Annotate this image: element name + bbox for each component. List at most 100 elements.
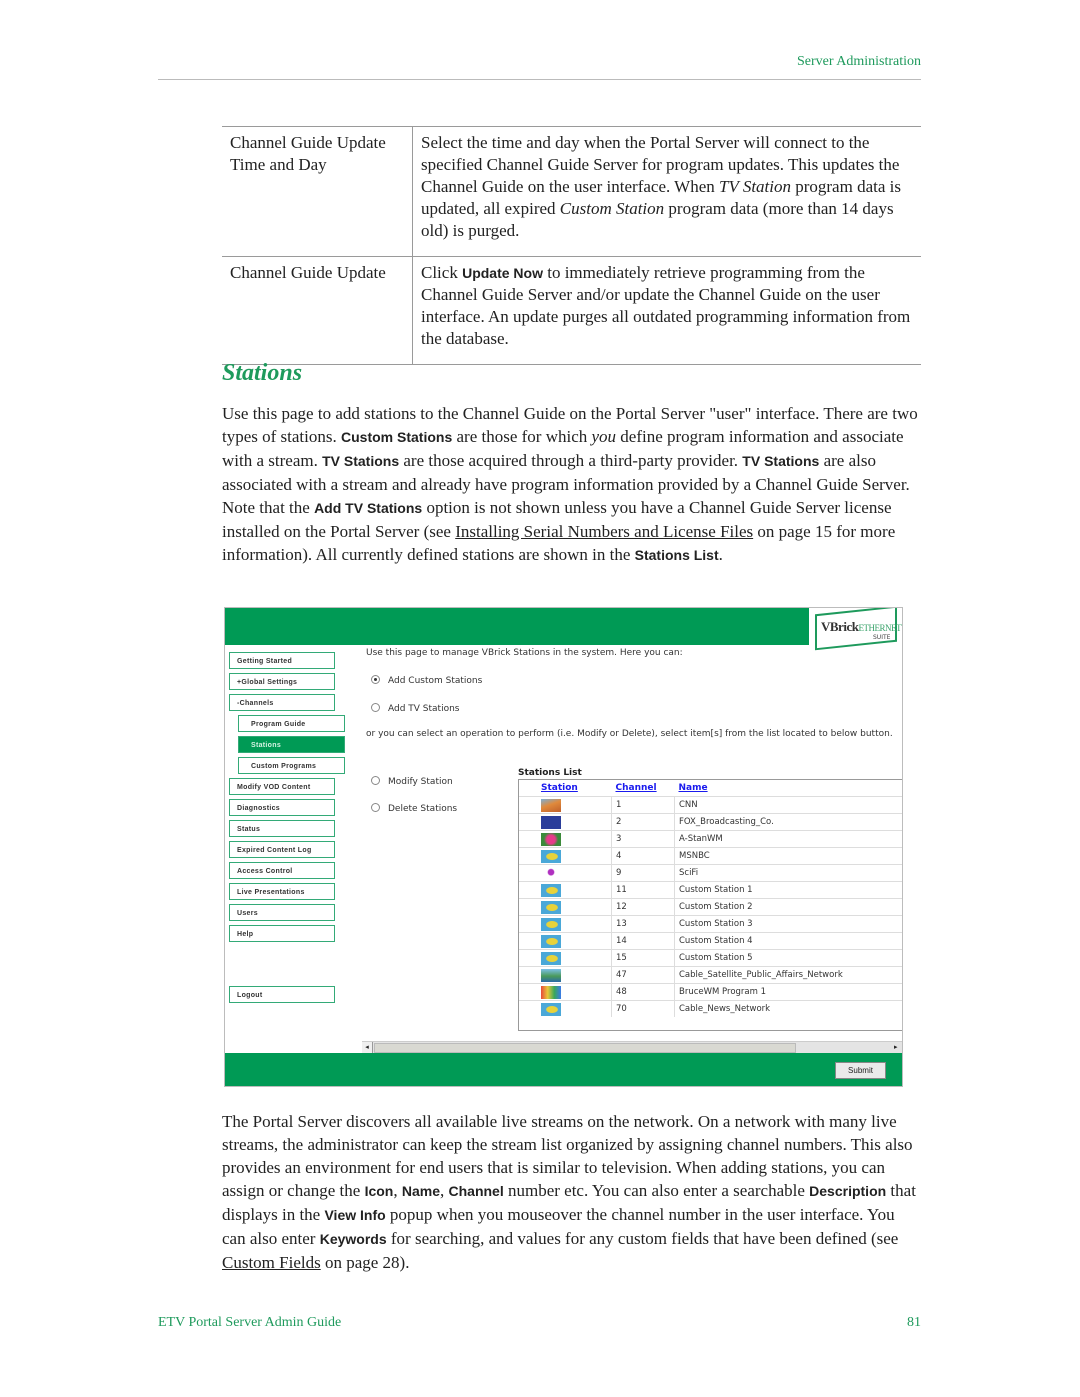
parameter-row: Channel Guide Update Time and Day Select …: [222, 126, 922, 257]
sidebar-item-modify-vod-content[interactable]: Modify VOD Content: [229, 778, 335, 795]
default-station-icon: [541, 900, 561, 914]
running-header: Server Administration: [796, 54, 921, 69]
radio-unselected-icon: [371, 703, 380, 712]
station-channel: 12: [611, 898, 675, 916]
page-number: 81: [907, 1315, 921, 1330]
sidebar-item-diagnostics[interactable]: Diagnostics: [229, 799, 335, 816]
station-channel: 4: [611, 847, 675, 865]
radio-unselected-icon: [371, 803, 380, 812]
ui-term: Update Now: [462, 265, 543, 281]
station-row[interactable]: 70 Cable_News_Network: [519, 1000, 902, 1017]
default-station-icon: [541, 951, 561, 965]
parameter-description: Select the time and day when the Portal …: [413, 127, 922, 257]
sidebar-item-access-control[interactable]: Access Control: [229, 862, 335, 879]
station-row[interactable]: 48 BruceWM Program 1: [519, 983, 902, 1001]
column-header-station[interactable]: Station: [519, 780, 612, 797]
text-run: on page 28).: [320, 1253, 410, 1272]
ui-term: Description: [809, 1183, 887, 1199]
default-station-icon: [541, 849, 561, 863]
scrollbar-thumb[interactable]: [374, 1043, 796, 1053]
station-row[interactable]: 11 Custom Station 1: [519, 881, 902, 899]
ui-term: Channel: [448, 1183, 504, 1199]
sidebar-item-help[interactable]: Help: [229, 925, 335, 942]
sidebar-item-status[interactable]: Status: [229, 820, 335, 837]
station-name: CNN: [674, 796, 902, 814]
station-name: Cable_News_Network: [674, 1000, 902, 1017]
station-name: SciFi: [674, 864, 902, 882]
text-run: .: [718, 545, 723, 564]
emphasis-text: TV Station: [719, 177, 791, 196]
sidebar-item-live-presentations[interactable]: Live Presentations: [229, 883, 335, 900]
station-row[interactable]: 13 Custom Station 3: [519, 915, 902, 933]
station-name: Custom Station 4: [674, 932, 902, 950]
logo-product: ETHERNETV: [858, 623, 903, 633]
column-header-channel[interactable]: Channel: [612, 780, 675, 797]
station-row[interactable]: 4 MSNBC: [519, 847, 902, 865]
logout-button[interactable]: Logout: [229, 986, 335, 1003]
default-station-icon: [541, 883, 561, 897]
sidebar-item-stations[interactable]: Stations: [238, 736, 345, 753]
station-name: Cable_Satellite_Public_Affairs_Network: [674, 966, 902, 984]
vbrick-logo: VBrickETHERNETV SUITE: [815, 608, 902, 651]
station-row[interactable]: 47 Cable_Satellite_Public_Affairs_Network: [519, 966, 902, 984]
scroll-right-arrow-icon[interactable]: ▸: [894, 1042, 902, 1053]
sidebar-item-custom-programs[interactable]: Custom Programs: [238, 757, 345, 774]
station-channel: 2: [611, 813, 675, 831]
station-channel: 13: [611, 915, 675, 933]
modify-station-radio[interactable]: Modify Station: [371, 776, 453, 787]
add-custom-stations-radio[interactable]: Add Custom Stations: [371, 675, 482, 686]
stations-list-title: Stations List: [518, 768, 582, 778]
radio-selected-icon: [371, 675, 380, 684]
station-row[interactable]: 14 Custom Station 4: [519, 932, 902, 950]
cnn-logo-icon: [541, 798, 561, 812]
colorful-logo-icon: [541, 985, 561, 999]
island-icon: [541, 968, 561, 982]
station-row[interactable]: 12 Custom Station 2: [519, 898, 902, 916]
ui-term: Icon: [364, 1183, 394, 1199]
station-name: Custom Station 2: [674, 898, 902, 916]
submit-button[interactable]: Submit: [835, 1062, 886, 1079]
horizontal-scrollbar[interactable]: ◂ ▸: [362, 1041, 902, 1053]
sidebar-item-global-settings[interactable]: +Global Settings: [229, 673, 335, 690]
sidebar-item-users[interactable]: Users: [229, 904, 335, 921]
cross-reference-link[interactable]: Custom Fields: [222, 1253, 321, 1272]
bottom-bar: Submit: [225, 1053, 902, 1086]
scifi-logo-icon: [541, 866, 561, 880]
station-channel: 9: [611, 864, 675, 882]
page-intro: Use this page to manage VBrick Stations …: [366, 648, 683, 658]
station-row[interactable]: 15 Custom Station 5: [519, 949, 902, 967]
parameters-table: Channel Guide Update Time and Day Select …: [222, 126, 921, 365]
scroll-left-arrow-icon[interactable]: ◂: [362, 1042, 373, 1053]
delete-stations-radio[interactable]: Delete Stations: [371, 803, 457, 814]
ui-term: TV Stations: [322, 453, 400, 469]
header-rule: [158, 79, 921, 80]
station-name: BruceWM Program 1: [674, 983, 902, 1001]
parameter-name: Channel Guide Update Time and Day: [222, 126, 413, 257]
station-row[interactable]: 9 SciFi: [519, 864, 902, 882]
sidebar-item-getting-started[interactable]: Getting Started: [229, 652, 335, 669]
station-row[interactable]: 3 A-StanWM: [519, 830, 902, 848]
logo-suite: SUITE: [873, 634, 891, 641]
column-header-name[interactable]: Name: [675, 780, 903, 797]
station-name: MSNBC: [674, 847, 902, 865]
station-row[interactable]: 1 CNN: [519, 796, 902, 814]
stations-page-screenshot: VBrickETHERNETV SUITE Getting Started +Gl…: [224, 607, 903, 1087]
default-station-icon: [541, 917, 561, 931]
add-tv-stations-radio[interactable]: Add TV Stations: [371, 703, 460, 714]
station-channel: 70: [611, 1000, 675, 1017]
sidebar-item-channels[interactable]: -Channels: [229, 694, 335, 711]
radio-unselected-icon: [371, 776, 380, 785]
emphasis-text: you: [591, 427, 617, 446]
sidebar-item-expired-content-log[interactable]: Expired Content Log: [229, 841, 335, 858]
flower-icon: [541, 832, 561, 846]
station-name: Custom Station 1: [674, 881, 902, 899]
sidebar-item-program-guide[interactable]: Program Guide: [238, 715, 345, 732]
cross-reference-link[interactable]: Installing Serial Numbers and License Fi…: [455, 522, 753, 541]
default-station-icon: [541, 934, 561, 948]
stations-list: Station Channel Name 1 CNN 2 FOX_Broadcasti…: [518, 779, 902, 1031]
station-channel: 11: [611, 881, 675, 899]
ui-term: View Info: [324, 1207, 386, 1223]
station-row[interactable]: 2 FOX_Broadcasting_Co.: [519, 813, 902, 831]
station-name: FOX_Broadcasting_Co.: [674, 813, 902, 831]
station-channel: 47: [611, 966, 675, 984]
